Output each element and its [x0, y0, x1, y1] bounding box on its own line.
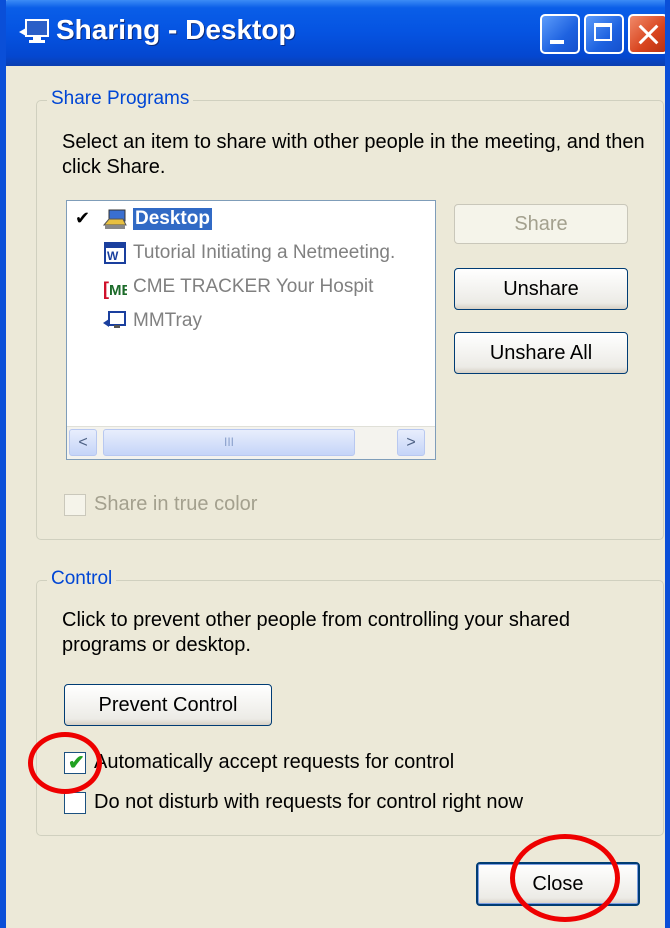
prevent-control-button[interactable]: Prevent Control	[64, 684, 272, 726]
share-true-color-label: Share in true color	[94, 493, 258, 515]
svg-text:ME: ME	[109, 282, 127, 299]
unshare-all-button[interactable]: Unshare All	[454, 332, 628, 374]
control-description: Click to prevent other people from contr…	[62, 609, 571, 656]
checkbox-box[interactable]	[64, 494, 86, 516]
sharing-monitor-icon	[19, 19, 49, 43]
monitor-icon	[103, 311, 126, 328]
highlight-circle-checkbox	[28, 732, 102, 794]
minimize-button[interactable]	[540, 14, 580, 54]
do-not-disturb-label: Do not disturb with requests for control…	[94, 791, 524, 813]
scroll-right-icon[interactable]: >	[397, 429, 425, 456]
title-bar[interactable]: Sharing - Desktop	[6, 0, 665, 66]
auto-accept-label: Automatically accept requests for contro…	[94, 751, 455, 773]
cme-tracker-icon: [ ME	[103, 279, 127, 299]
shareable-programs-list[interactable]: ✔ Desktop W Tutorial Initiating a Netmee…	[66, 200, 436, 460]
list-item-label: CME TRACKER Your Hospit	[133, 276, 374, 297]
sharing-dialog: Sharing - Desktop Share Programs Select …	[0, 0, 670, 928]
scroll-left-icon[interactable]: <	[69, 429, 97, 456]
maximize-button[interactable]	[584, 14, 624, 54]
window-title: Sharing - Desktop	[56, 14, 296, 45]
share-programs-description: Select an item to share with other peopl…	[62, 131, 645, 178]
list-item-desktop[interactable]: ✔ Desktop	[67, 205, 435, 235]
svg-text:W: W	[107, 249, 119, 263]
share-programs-legend: Share Programs	[47, 88, 194, 110]
list-item-label: MMTray	[133, 310, 202, 331]
control-legend: Control	[47, 568, 117, 590]
checkbox-box[interactable]	[64, 792, 86, 814]
horizontal-scrollbar[interactable]: < III >	[67, 426, 435, 459]
close-window-button[interactable]	[628, 14, 665, 54]
scrollbar-thumb[interactable]: III	[103, 429, 355, 456]
highlight-circle-close	[510, 834, 620, 922]
unshare-button[interactable]: Unshare	[454, 268, 628, 310]
desktop-share-icon	[103, 209, 127, 229]
share-button[interactable]: Share	[454, 204, 628, 244]
checkmark-icon: ✔	[75, 208, 91, 228]
list-item-label: Desktop	[133, 208, 212, 230]
word-document-icon: W	[104, 242, 126, 264]
list-item-label: Tutorial Initiating a Netmeeting.	[133, 242, 396, 263]
